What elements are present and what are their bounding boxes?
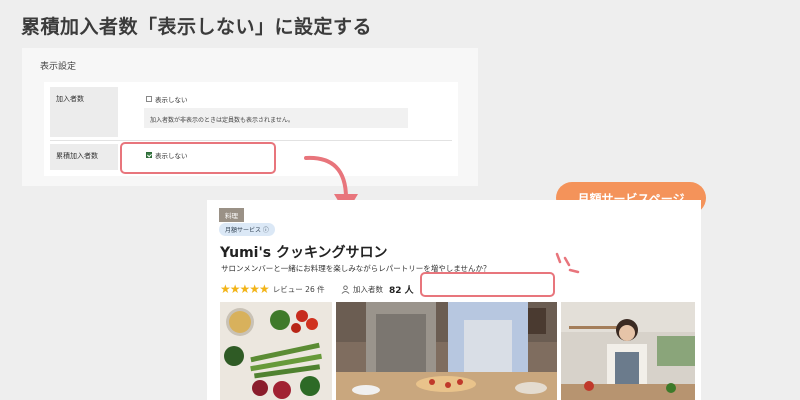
category-tag[interactable]: 料理 (219, 208, 244, 222)
hide-members-checkbox[interactable] (146, 96, 152, 102)
cooking-class-photo (336, 302, 557, 400)
hidden-cumulative-highlight-frame (420, 272, 555, 297)
hide-members-option[interactable]: 表示しない (146, 94, 188, 104)
members-count: 82 人 (389, 286, 414, 296)
members-label: 加入者数 (353, 285, 383, 294)
row-divider (50, 140, 452, 141)
chef-photo (561, 302, 695, 400)
vegetables-photo (220, 302, 332, 400)
review-count[interactable]: レビュー 26 件 (273, 284, 325, 295)
person-icon (341, 285, 350, 294)
members-note: 加入者数が非表示のときは定員数も表示されません。 (144, 108, 408, 128)
monthly-service-tag[interactable]: 月額サービス ⓘ (219, 223, 275, 236)
settings-title: 表示設定 (40, 62, 77, 72)
star-rating-icon: ★★★★★ (220, 282, 270, 296)
service-title: Yumi's クッキングサロン (220, 245, 388, 261)
page-title: 累積加入者数「表示しない」に設定する (21, 16, 373, 38)
member-row: 加入者数 82 人 (341, 283, 414, 296)
sparkle-icon (555, 252, 580, 274)
row-label-members: 加入者数 (50, 87, 118, 137)
settings-highlight-frame (120, 142, 276, 174)
row-label-cumulative-members: 累積加入者数 (50, 144, 118, 170)
hide-members-label: 表示しない (155, 96, 188, 104)
rating-row: ★★★★★ レビュー 26 件 (220, 282, 325, 296)
service-card: 料理 月額サービス ⓘ Yumi's クッキングサロン サロンメンバーと一緒にお… (207, 200, 701, 400)
